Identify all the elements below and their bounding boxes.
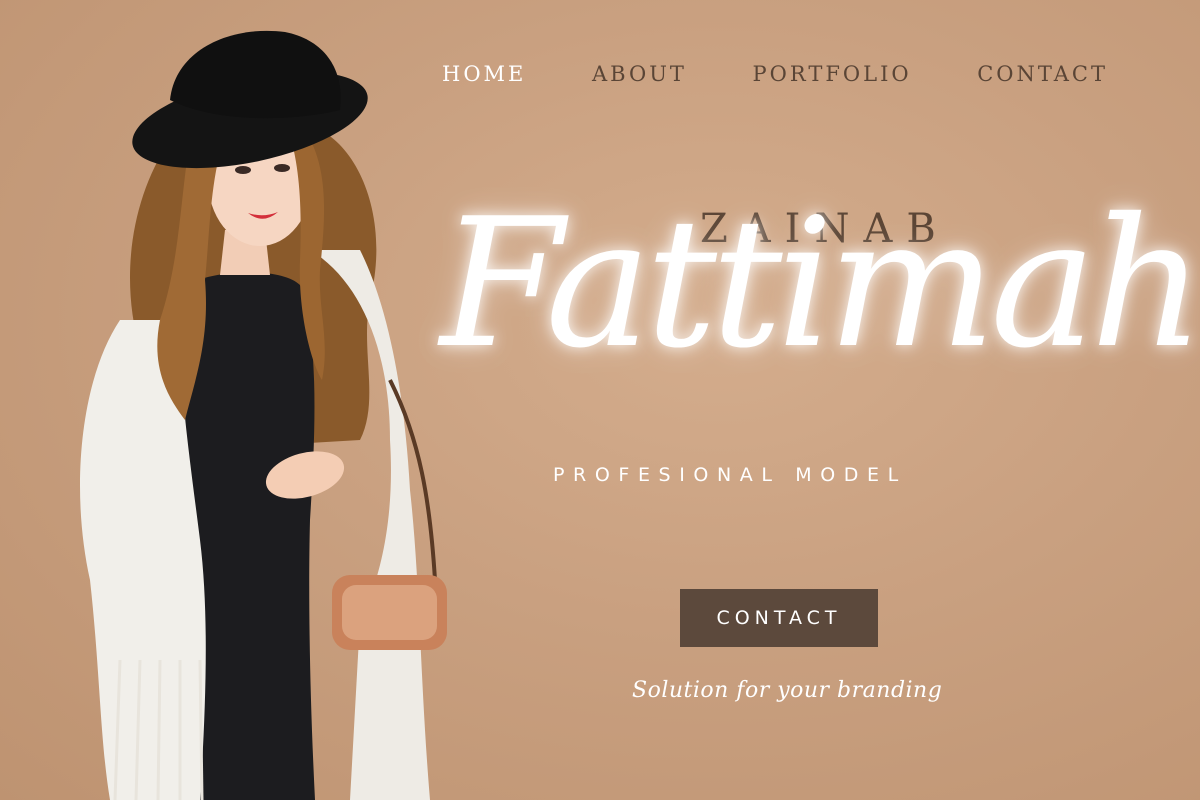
nav-about-link[interactable]: ABOUT xyxy=(592,62,687,86)
hero-tagline: Solution for your branding xyxy=(632,678,943,703)
nav-home-link[interactable]: HOME xyxy=(442,62,526,86)
contact-button[interactable]: CONTACT xyxy=(680,589,878,647)
nav-contact-link[interactable]: CONTACT xyxy=(977,62,1108,86)
hero-script-name: Fattimah xyxy=(440,180,1200,387)
main-nav: HOME ABOUT PORTFOLIO CONTACT xyxy=(442,62,1108,86)
nav-portfolio-link[interactable]: PORTFOLIO xyxy=(753,62,912,86)
hero-photo xyxy=(80,30,447,800)
hero-subtitle: PROFESIONAL MODEL xyxy=(553,464,907,486)
